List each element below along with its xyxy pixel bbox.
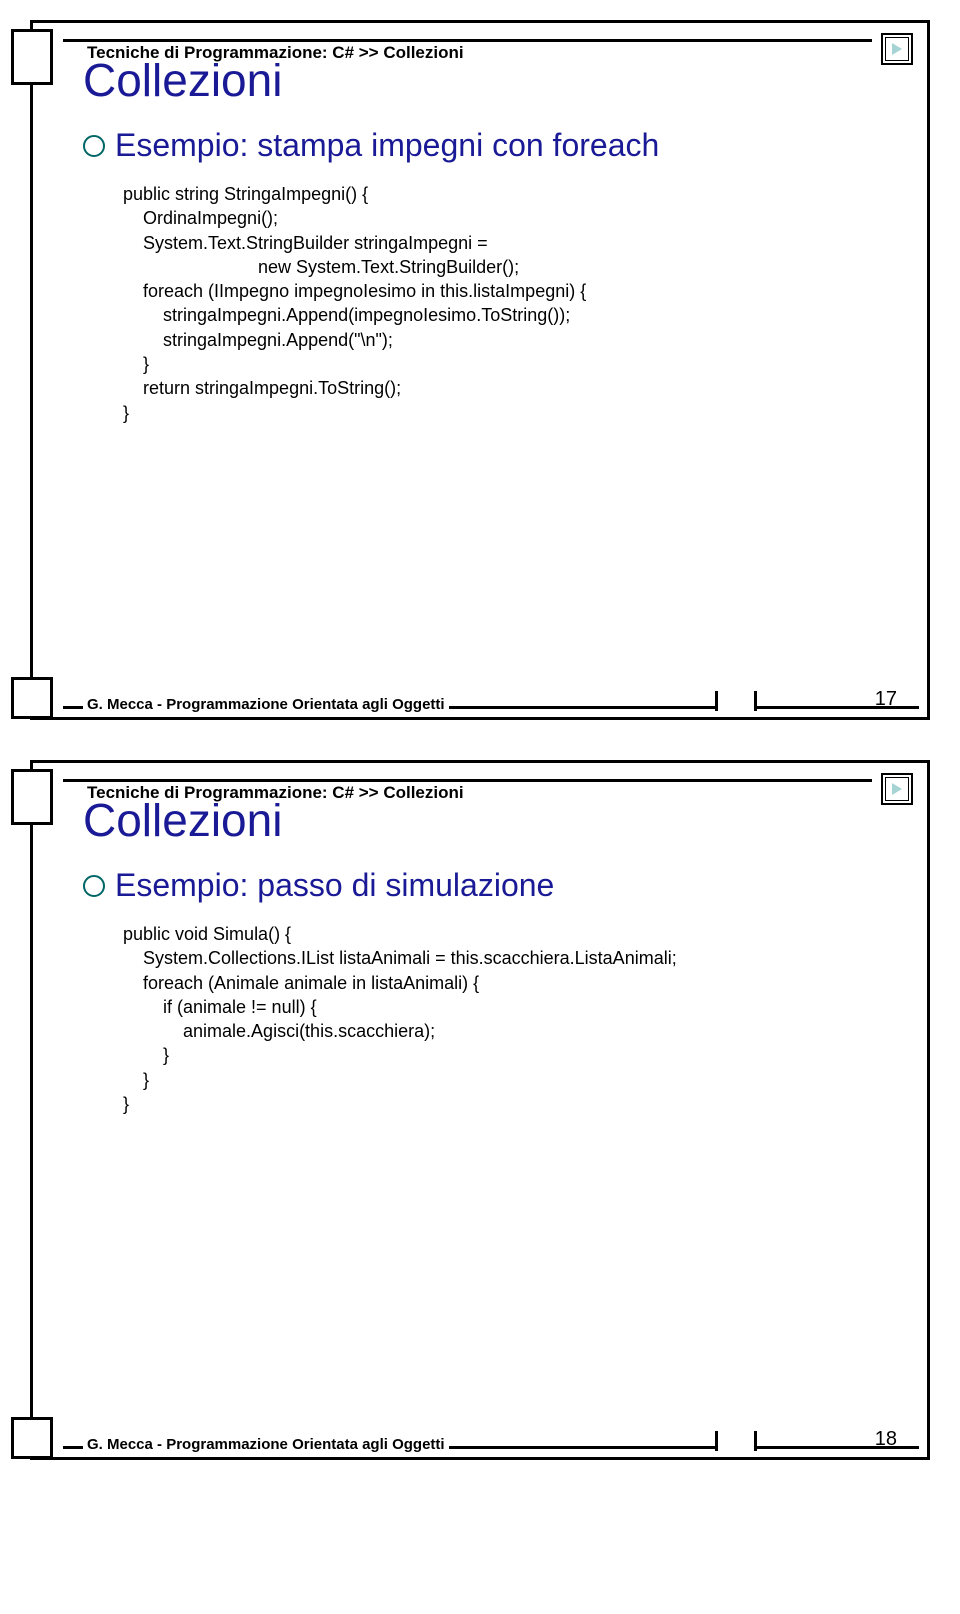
- next-icon[interactable]: [881, 33, 913, 65]
- page-number: 17: [875, 688, 897, 711]
- bullet-icon: [83, 135, 105, 157]
- page-number: 18: [875, 1428, 897, 1451]
- bullet-item: Esempio: stampa impegni con foreach: [83, 127, 927, 164]
- footer-tab-decor: [11, 677, 53, 719]
- footer-author: G. Mecca - Programmazione Orientata agli…: [83, 696, 449, 713]
- breadcrumb: Tecniche di Programmazione: C# >> Collez…: [83, 43, 468, 63]
- breadcrumb: Tecniche di Programmazione: C# >> Collez…: [83, 783, 468, 803]
- footer-page-gap: [715, 1431, 757, 1451]
- bullet-icon: [83, 875, 105, 897]
- bullet-text: Esempio: passo di simulazione: [115, 867, 554, 904]
- header-tab-decor: [11, 29, 53, 85]
- footer-page-gap: [715, 691, 757, 711]
- slide-17: Tecniche di Programmazione: C# >> Collez…: [30, 20, 930, 720]
- slide-18: Tecniche di Programmazione: C# >> Collez…: [30, 760, 930, 1460]
- chevron-right-icon: [892, 783, 902, 795]
- header-tab-decor: [11, 769, 53, 825]
- bullet-text: Esempio: stampa impegni con foreach: [115, 127, 659, 164]
- code-block: public void Simula() { System.Collection…: [123, 922, 927, 1116]
- footer-author: G. Mecca - Programmazione Orientata agli…: [83, 1436, 449, 1453]
- chevron-right-icon: [892, 43, 902, 55]
- bullet-item: Esempio: passo di simulazione: [83, 867, 927, 904]
- header-rule: [63, 39, 872, 42]
- header-rule: [63, 779, 872, 782]
- footer-tab-decor: [11, 1417, 53, 1459]
- code-block: public string StringaImpegni() { OrdinaI…: [123, 182, 927, 425]
- next-icon[interactable]: [881, 773, 913, 805]
